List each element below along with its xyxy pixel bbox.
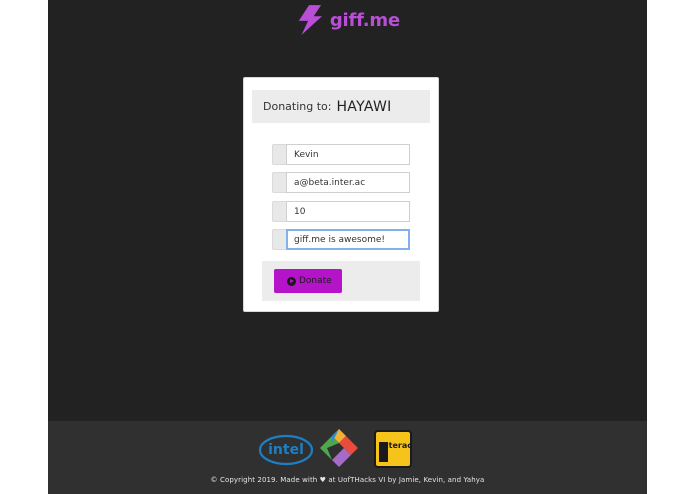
email-field-addon [272,172,286,193]
name-input[interactable] [286,144,410,165]
site-footer: intel Interac © Copyright 2019. Made wit… [48,421,647,494]
message-field-addon [272,229,286,250]
intel-logo[interactable]: intel [258,432,314,466]
brand-logo[interactable]: giff.me [296,2,400,38]
name-field [272,144,410,165]
play-circle-icon [287,276,296,286]
amount-field-addon [272,201,286,222]
page-background: giff.me Donating to: HAYAWI Donate [48,0,647,494]
copyright-text: © Copyright 2019. Made with ♥ at UofTHac… [210,476,485,484]
amount-input[interactable] [286,201,410,222]
intel-logo-text: intel [268,442,304,458]
lightning-bolt-icon [298,5,323,35]
interac-logo-text: Interac [380,441,412,450]
donate-button-label: Donate [299,276,332,286]
email-input[interactable] [286,172,410,193]
interac-logo[interactable]: Interac [374,430,412,468]
card-header: Donating to: HAYAWI [252,90,430,123]
recipient-name: HAYAWI [336,98,392,115]
amount-field [272,201,410,222]
message-input[interactable] [286,229,410,250]
multicolor-diamond-logo[interactable] [318,427,360,471]
sponsor-logos: intel Interac [258,427,418,471]
email-field [272,172,410,193]
name-field-addon [272,144,286,165]
donation-card: Donating to: HAYAWI Donate [243,77,439,312]
donating-to-label: Donating to: [263,100,332,113]
card-footer: Donate [262,261,420,301]
message-field [272,229,410,250]
brand-name: giff.me [329,9,400,31]
donate-button[interactable]: Donate [274,269,342,293]
